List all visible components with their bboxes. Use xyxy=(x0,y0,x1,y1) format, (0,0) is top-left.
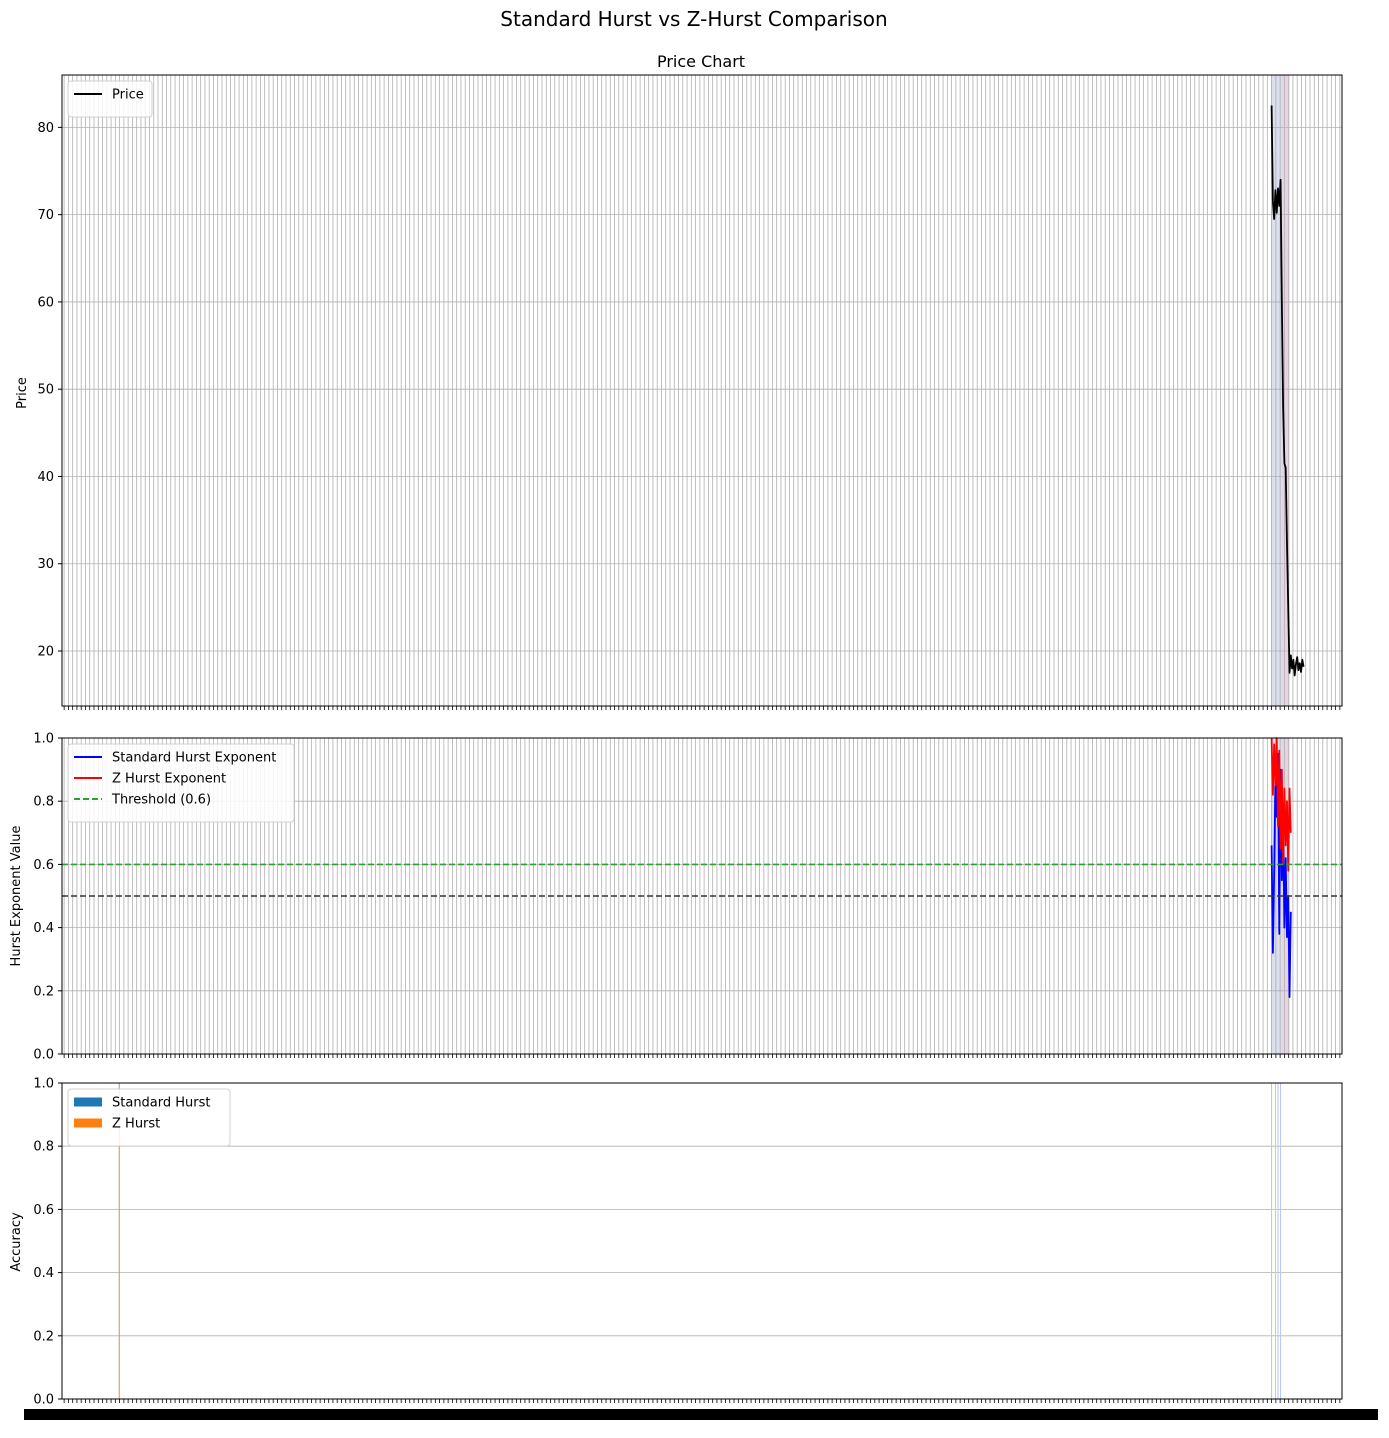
price-chart-title: Price Chart xyxy=(657,52,745,71)
hurst-y-axis-ticks: 0.0 0.2 0.4 0.6 0.8 1.0 xyxy=(33,732,62,1063)
x-tick-labels-overlapped xyxy=(24,1409,1378,1420)
legend-label: Z Hurst xyxy=(112,1117,160,1132)
accuracy-y-axis-label: Accuracy xyxy=(9,1212,24,1272)
accuracy-x-axis-ticks xyxy=(24,1399,1378,1420)
y-tick-label: 0.6 xyxy=(33,858,54,873)
hurst-legend: Standard Hurst Exponent Z Hurst Exponent T… xyxy=(67,743,295,823)
legend-label: Standard Hurst xyxy=(112,1096,211,1111)
y-tick-label: 40 xyxy=(37,470,54,485)
price-plot-frame xyxy=(61,74,1343,707)
legend-label: Price xyxy=(112,88,144,103)
y-tick-label: 0.4 xyxy=(33,1266,54,1281)
price-x-axis-ticks xyxy=(63,706,1341,710)
y-tick-label: 0.8 xyxy=(33,1140,54,1155)
legend-swatch xyxy=(74,1118,102,1128)
y-tick-label: 0.0 xyxy=(33,1393,54,1408)
price-chart-panel: Price Chart Price 20 30 40 50 60 70 80 Price xyxy=(15,52,1343,710)
figure: Standard Hurst vs Z-Hurst Comparison Pri… xyxy=(0,0,1389,1433)
accuracy-y-axis-ticks: 0.0 0.2 0.4 0.6 0.8 1.0 xyxy=(33,1077,62,1408)
legend-label: Z Hurst Exponent xyxy=(112,772,226,787)
figure-canvas: Standard Hurst vs Z-Hurst Comparison Pri… xyxy=(9,7,1378,1420)
y-tick-label: 50 xyxy=(37,383,54,398)
price-vertical-grid xyxy=(63,75,1341,706)
price-y-axis-label: Price xyxy=(15,377,30,409)
accuracy-legend: Standard Hurst Z Hurst xyxy=(67,1088,231,1147)
y-tick-label: 0.8 xyxy=(33,795,54,810)
legend-swatch xyxy=(74,1097,102,1107)
price-highlight-band xyxy=(1270,75,1290,706)
hurst-x-axis-ticks xyxy=(63,1054,1341,1058)
x-tick-marks xyxy=(63,706,1341,710)
y-tick-label: 0.4 xyxy=(33,921,54,936)
legend-label: Threshold (0.6) xyxy=(111,793,211,808)
y-tick-label: 80 xyxy=(37,121,54,136)
legend-label: Standard Hurst Exponent xyxy=(112,751,276,766)
price-horizontal-grid xyxy=(62,126,1342,652)
y-tick-label: 0.6 xyxy=(33,1203,54,1218)
y-tick-label: 0.0 xyxy=(33,1048,54,1063)
y-tick-label: 1.0 xyxy=(33,1077,54,1092)
y-tick-label: 0.2 xyxy=(33,1329,54,1344)
x-tick-marks xyxy=(63,1054,1341,1058)
figure-title: Standard Hurst vs Z-Hurst Comparison xyxy=(500,7,887,31)
hurst-chart-panel: Hurst Exponent Value 0.00.20.40.60.81.0 … xyxy=(9,732,1343,1063)
accuracy-plot-frame xyxy=(61,1082,1343,1400)
y-tick-label: 20 xyxy=(37,645,54,660)
y-tick-label: 70 xyxy=(37,208,54,223)
vertical-gridlines xyxy=(63,75,1341,706)
hurst-y-axis-label: Hurst Exponent Value xyxy=(9,826,24,967)
y-tick-label: 0.2 xyxy=(33,984,54,999)
price-y-axis-ticks: 20 30 40 50 60 70 80 xyxy=(37,121,62,660)
accuracy-chart-panel: Accuracy 0.0 0.2 0.4 0.6 0.8 1.0 Standard Hur… xyxy=(9,1077,1378,1420)
accuracy-highlight-lines xyxy=(118,1083,1282,1399)
accuracy-horizontal-grid xyxy=(62,1082,1342,1400)
x-tick-marks xyxy=(63,1399,1341,1403)
y-tick-label: 60 xyxy=(37,295,54,310)
y-tick-label: 1.0 xyxy=(33,732,54,747)
y-tick-label: 30 xyxy=(37,557,54,572)
price-legend: Price xyxy=(67,80,153,118)
